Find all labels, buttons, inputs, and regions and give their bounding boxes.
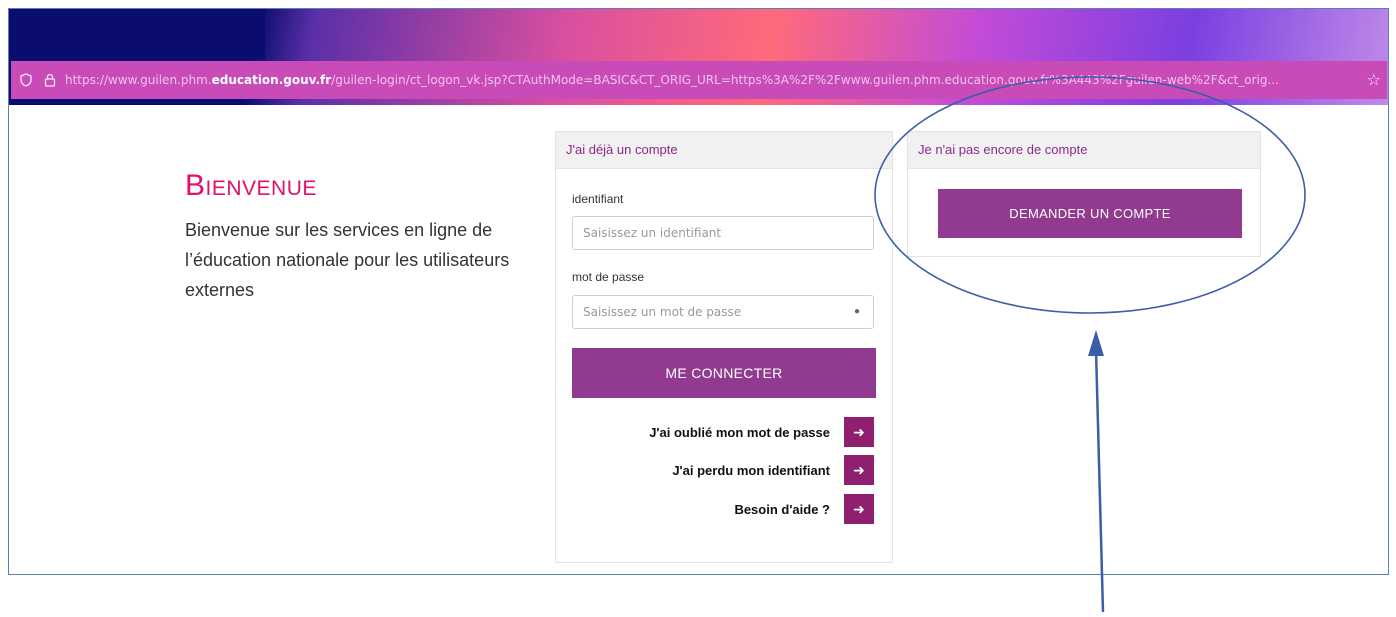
welcome-section: Bienvenue Bienvenue sur les services en … [185, 169, 555, 305]
arrow-right-icon[interactable]: ➜ [844, 494, 874, 524]
signup-card-header: Je n'ai pas encore de compte [908, 132, 1260, 169]
arrow-right-icon[interactable]: ➜ [844, 417, 874, 447]
password-label: mot de passe [572, 270, 645, 284]
lost-identifier-link[interactable]: J'ai perdu mon identifiant ➜ [672, 455, 874, 485]
eye-icon[interactable]: ● [851, 306, 863, 318]
lock-icon[interactable] [41, 71, 59, 89]
welcome-text: Bienvenue sur les services en ligne de l… [185, 220, 510, 300]
browser-window: https://www.guilen.phm.education.gouv.fr… [8, 8, 1389, 575]
arrow-right-icon[interactable]: ➜ [844, 455, 874, 485]
identifiant-label: identifiant [572, 192, 624, 206]
password-input[interactable] [573, 296, 853, 328]
shield-icon[interactable] [17, 71, 35, 89]
request-account-button[interactable]: DEMANDER UN COMPTE [938, 189, 1242, 238]
tab-strip [9, 9, 265, 59]
login-button[interactable]: ME CONNECTER [572, 348, 876, 398]
help-label[interactable]: Besoin d'aide ? [734, 502, 830, 517]
identifiant-field[interactable] [572, 216, 874, 250]
password-field[interactable]: ● [572, 295, 874, 329]
login-card: J'ai déjà un compte identifiant mot de p… [555, 131, 893, 563]
lost-identifier-label[interactable]: J'ai perdu mon identifiant [672, 463, 830, 478]
address-bar[interactable]: https://www.guilen.phm.education.gouv.fr… [11, 61, 1387, 99]
forgot-password-link[interactable]: J'ai oublié mon mot de passe ➜ [649, 417, 874, 447]
url-text[interactable]: https://www.guilen.phm.education.gouv.fr… [65, 73, 1361, 87]
forgot-password-label[interactable]: J'ai oublié mon mot de passe [649, 425, 830, 440]
star-icon[interactable]: ☆ [1367, 70, 1381, 90]
browser-chrome: https://www.guilen.phm.education.gouv.fr… [9, 9, 1388, 105]
identifiant-input[interactable] [573, 217, 853, 249]
signup-card: Je n'ai pas encore de compte DEMANDER UN… [907, 131, 1261, 257]
page-title: Bienvenue [185, 169, 317, 202]
login-card-header: J'ai déjà un compte [556, 132, 892, 169]
help-link[interactable]: Besoin d'aide ? ➜ [734, 494, 874, 524]
